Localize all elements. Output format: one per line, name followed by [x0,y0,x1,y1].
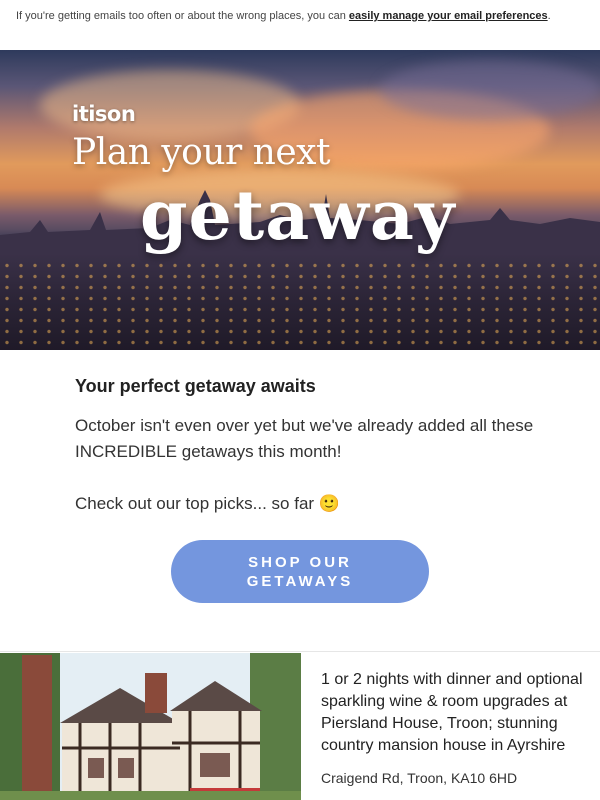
piersland-house-image[interactable] [0,653,301,800]
city-lights [0,260,600,350]
email-preferences-notice: If you're getting emails too often or ab… [0,0,600,50]
cloud-shape [380,60,600,120]
preferences-text: If you're getting emails too often or ab… [16,10,349,22]
hero-headline-line2: getaway [140,176,456,256]
deal-title[interactable]: 1 or 2 nights with dinner and optional s… [321,669,586,757]
mansion-illustration [0,653,301,800]
deal-details: 1 or 2 nights with dinner and optional s… [321,669,586,787]
hero-banner[interactable]: itison Plan your next getaway [0,50,600,350]
cta-label-line1: SHOP OUR [248,553,352,571]
intro-top-picks: Check out our top picks... so far 🙂 [75,494,340,513]
intro-section: Your perfect getaway awaits October isn'… [75,376,535,517]
cta-label-line2: GETAWAYS [246,572,354,590]
itison-logo: itison [72,102,136,126]
intro-paragraph: October isn't even over yet but we've al… [75,416,534,461]
intro-heading: Your perfect getaway awaits [75,376,316,396]
shop-getaways-button[interactable]: SHOP OUR GETAWAYS [171,540,429,603]
preferences-suffix: . [547,10,551,22]
manage-preferences-link[interactable]: easily manage your email preferences [349,10,548,22]
hero-headline-line1: Plan your next [72,132,330,173]
deal-address: Craigend Rd, Troon, KA10 6HD [321,770,518,786]
deal-card[interactable]: 1 or 2 nights with dinner and optional s… [0,651,600,800]
